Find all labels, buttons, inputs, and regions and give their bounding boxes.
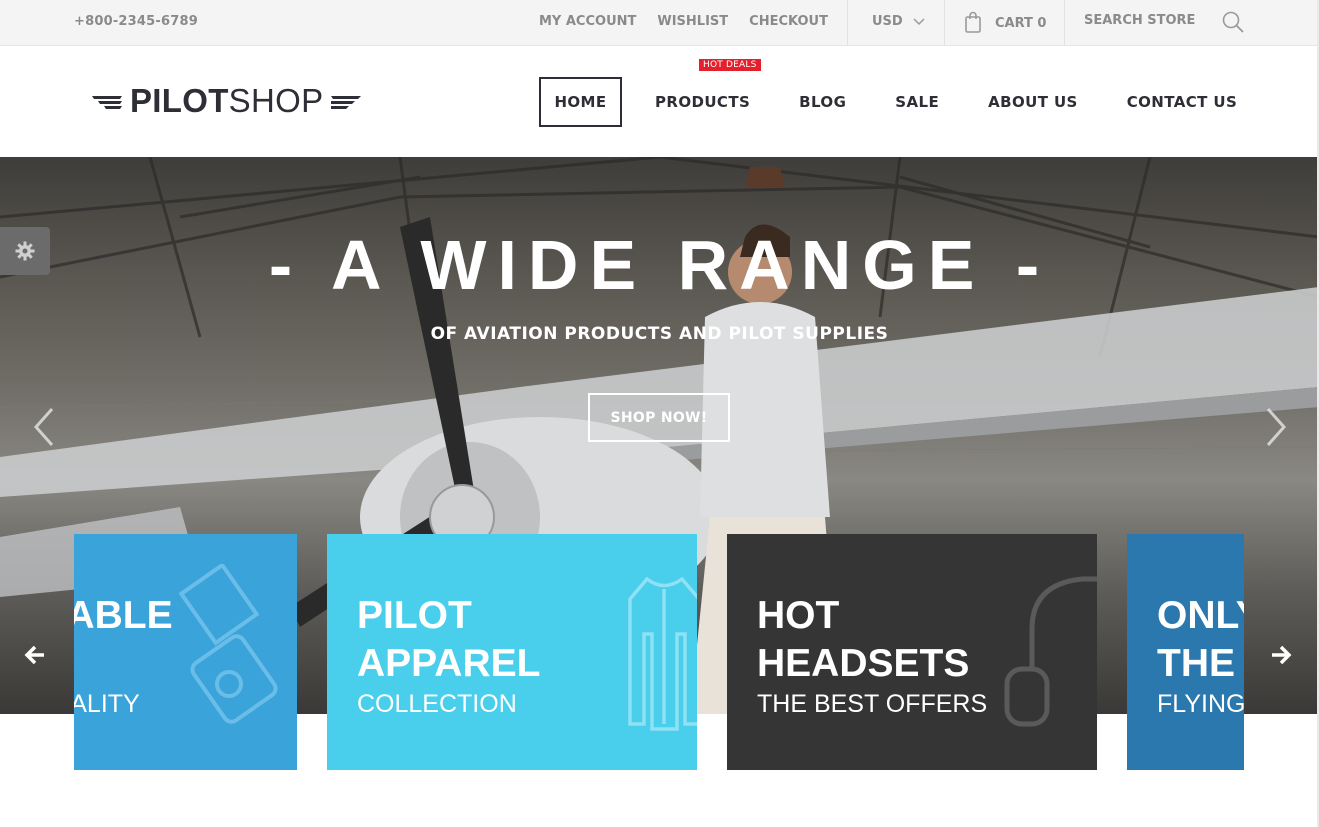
shopping-bag-icon — [965, 11, 981, 33]
arrow-right-icon[interactable] — [1270, 644, 1292, 666]
slider-next-icon[interactable] — [1262, 405, 1290, 449]
search-input[interactable]: SEARCH STORE — [1084, 13, 1195, 28]
hero-subtitle: OF AVIATION PRODUCTS AND PILOT SUPPLIES — [430, 324, 889, 344]
account-links: MY ACCOUNT WISHLIST CHECKOUT — [539, 14, 828, 29]
top-bar: +800-2345-6789 MY ACCOUNT WISHLIST CHECK… — [0, 0, 1319, 46]
promo-banner[interactable]: HOT HEADSETS THE BEST OFFERS — [727, 534, 1097, 770]
banner-subtitle: THE BEST QUALITY — [74, 690, 140, 718]
banner-title: PILOT APPAREL — [357, 594, 541, 685]
checkout-link[interactable]: CHECKOUT — [749, 14, 828, 29]
promo-banners: AFFORDABLE THE BEST QUALITY PILOTAPPAREL… — [74, 534, 1244, 770]
phone-number: +800-2345-6789 — [74, 14, 198, 29]
wing-right-icon — [331, 96, 362, 109]
search-icon[interactable] — [1221, 10, 1245, 34]
hot-deals-badge: HOT DEALS — [699, 59, 761, 71]
jacket-icon — [628, 576, 697, 731]
wishlist-link[interactable]: WISHLIST — [657, 14, 728, 29]
chevron-down-icon — [913, 18, 925, 26]
nav-contact-us[interactable]: CONTACT US — [1127, 93, 1237, 111]
hero-title: - A WIDE RANGE - — [268, 226, 1051, 304]
radio-icon — [178, 564, 278, 724]
promo-banner[interactable]: AFFORDABLE THE BEST QUALITY — [74, 534, 297, 770]
my-account-link[interactable]: MY ACCOUNT — [539, 14, 636, 29]
nav-about-us[interactable]: ABOUT US — [988, 93, 1078, 111]
nav-products[interactable]: PRODUCTS HOT DEALS — [655, 59, 761, 111]
main-header: PILOTSHOP HOME PRODUCTS HOT DEALS BLOG S… — [0, 47, 1319, 157]
banner-title: ONLYTHE BEST — [1157, 594, 1244, 685]
banner-title: AFFORDABLE — [74, 594, 173, 637]
promo-banner[interactable]: PILOT APPAREL COLLECTION — [327, 534, 697, 770]
nav-products-label: PRODUCTS — [655, 93, 751, 111]
currency-value: USD — [872, 14, 903, 29]
promo-banner[interactable]: ONLYTHE BEST FLYING GEAR — [1127, 534, 1244, 770]
banner-title: HOT HEADSETS — [757, 594, 970, 685]
logo-bold: PILOT — [130, 82, 229, 119]
headset-icon — [1004, 576, 1097, 727]
divider — [1064, 0, 1065, 46]
banner-subtitle: COLLECTION — [357, 690, 517, 718]
cart-button[interactable]: CART 0 — [964, 11, 1046, 33]
cart-label: CART 0 — [995, 16, 1047, 31]
nav-blog[interactable]: BLOG — [799, 93, 846, 111]
logo-text: PILOTSHOP — [130, 83, 323, 119]
arrow-left-icon[interactable] — [24, 644, 46, 666]
slider-prev-icon[interactable] — [30, 405, 58, 449]
currency-select[interactable]: USD — [872, 14, 925, 29]
site-logo[interactable]: PILOTSHOP — [92, 83, 362, 119]
nav-home[interactable]: HOME — [539, 77, 622, 127]
wing-left-icon — [92, 96, 122, 109]
nav-sale[interactable]: SALE — [895, 93, 939, 111]
banner-subtitle: FLYING GEAR — [1157, 690, 1244, 718]
shop-now-button[interactable]: SHOP NOW! — [588, 393, 730, 442]
divider — [847, 0, 848, 46]
divider — [944, 0, 945, 46]
logo-light: SHOP — [228, 82, 324, 119]
main-nav: HOME PRODUCTS HOT DEALS BLOG SALE ABOUT … — [539, 59, 1237, 127]
banner-subtitle: THE BEST OFFERS — [757, 690, 988, 718]
